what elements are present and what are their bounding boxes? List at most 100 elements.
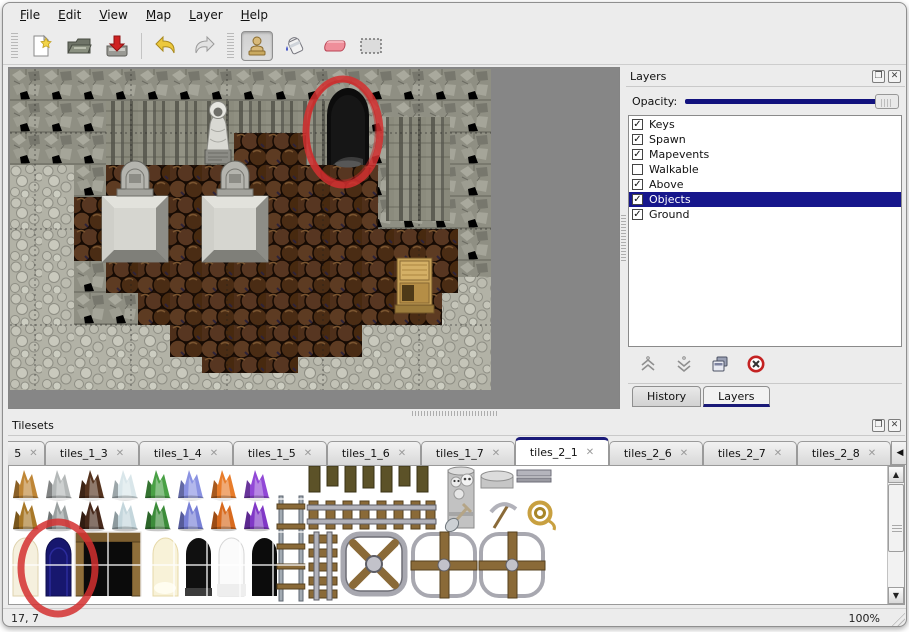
layer-visibility-checkbox[interactable] bbox=[632, 164, 643, 175]
wood-post-tiles bbox=[309, 466, 428, 492]
tileset-tab-tiles_1_6[interactable]: tiles_1_6 ✕ bbox=[327, 441, 421, 465]
tileset-tab-tiles_2_8[interactable]: tiles_2_8 ✕ bbox=[797, 441, 891, 465]
wooden-cabinet bbox=[395, 258, 434, 313]
layer-visibility-checkbox[interactable]: ✓ bbox=[632, 149, 643, 160]
menu-map[interactable]: Map bbox=[137, 5, 180, 25]
new-file-icon bbox=[29, 34, 53, 58]
fill-tool-icon bbox=[283, 34, 307, 58]
redo-icon bbox=[191, 35, 217, 57]
layer-visibility-checkbox[interactable]: ✓ bbox=[632, 134, 643, 145]
menu-layer[interactable]: Layer bbox=[180, 5, 231, 25]
menu-file[interactable]: File bbox=[11, 5, 49, 25]
tab-close-icon[interactable]: ✕ bbox=[774, 448, 782, 459]
map-view[interactable] bbox=[8, 67, 620, 409]
tab-close-icon[interactable]: ✕ bbox=[868, 448, 876, 459]
scroll-down-button[interactable]: ▼ bbox=[888, 587, 904, 604]
stamp-tool-button[interactable] bbox=[241, 31, 273, 61]
tab-label: tiles_1_4 bbox=[154, 447, 202, 460]
layer-move-up-button[interactable] bbox=[636, 353, 660, 375]
layer-row-above[interactable]: ✓Above bbox=[629, 177, 901, 192]
tilesets-panel-header: Tilesets ❐ ✕ bbox=[8, 416, 905, 436]
tileset-tab-tiles_1_7[interactable]: tiles_1_7 ✕ bbox=[421, 441, 515, 465]
layer-name: Objects bbox=[649, 193, 691, 206]
tab-close-icon[interactable]: ✕ bbox=[398, 448, 406, 459]
tab-label: tiles_1_6 bbox=[342, 447, 390, 460]
tileset-tab-tiles_1_5[interactable]: tiles_1_5 ✕ bbox=[233, 441, 327, 465]
tileset-tab-5[interactable]: 5✕ bbox=[8, 441, 45, 465]
menu-view[interactable]: View bbox=[90, 5, 136, 25]
layer-row-objects[interactable]: ✓ Objects bbox=[629, 192, 901, 207]
layer-duplicate-button[interactable] bbox=[708, 353, 732, 375]
layers-panel-title: Layers bbox=[630, 70, 869, 83]
layer-row-walkable[interactable]: Walkable bbox=[629, 162, 901, 177]
layer-name: Walkable bbox=[649, 163, 699, 176]
tileset-tab-tiles_1_4[interactable]: tiles_1_4 ✕ bbox=[139, 441, 233, 465]
tab-label: tiles_2_8 bbox=[812, 447, 860, 460]
layer-delete-button[interactable] bbox=[744, 353, 768, 375]
tab-label: tiles_1_3 bbox=[60, 447, 108, 460]
tilesets-float-icon[interactable]: ❐ bbox=[872, 419, 885, 432]
fill-tool-button[interactable] bbox=[279, 31, 311, 61]
layers-close-icon[interactable]: ✕ bbox=[888, 70, 901, 83]
dock-tab-history[interactable]: History bbox=[632, 386, 701, 407]
toolbar-grip[interactable] bbox=[11, 33, 18, 59]
scroll-up-button[interactable]: ▲ bbox=[888, 466, 904, 483]
tab-label: tiles_1_7 bbox=[436, 447, 484, 460]
layer-row-keys[interactable]: ✓Keys bbox=[629, 117, 901, 132]
tileset-scrollbar[interactable]: ▲ ▼ bbox=[887, 466, 904, 604]
status-bar: 17, 7 100% bbox=[3, 608, 906, 627]
cave-entrance bbox=[327, 88, 369, 167]
select-tool-icon bbox=[358, 36, 384, 56]
dock-tab-layers[interactable]: Layers bbox=[703, 386, 769, 407]
layer-row-spawn[interactable]: ✓ Spawn bbox=[629, 132, 901, 147]
map-canvas[interactable] bbox=[10, 69, 491, 390]
layer-name: Ground bbox=[649, 208, 689, 221]
rope-coil-icon bbox=[530, 503, 555, 531]
toolbar bbox=[3, 27, 906, 65]
tab-close-icon[interactable]: ✕ bbox=[680, 448, 688, 459]
tileset-tab-tiles_2_1[interactable]: tiles_2_1✕ bbox=[515, 437, 609, 465]
tilesets-close-icon[interactable]: ✕ bbox=[888, 419, 901, 432]
tab-close-icon[interactable]: ✕ bbox=[492, 448, 500, 459]
layer-visibility-checkbox[interactable]: ✓ bbox=[632, 179, 643, 190]
move-up-icon bbox=[639, 355, 657, 373]
layer-row-mapevents[interactable]: ✓Mapevents bbox=[629, 147, 901, 162]
layers-list[interactable]: ✓Keys✓Spawn✓MapeventsWalkable✓Above✓Obje… bbox=[628, 115, 902, 347]
tab-close-icon[interactable]: ✕ bbox=[586, 447, 594, 458]
toolbar-grip-2[interactable] bbox=[227, 33, 234, 59]
opacity-slider[interactable] bbox=[685, 93, 899, 109]
tileset-tab-tiles_2_6[interactable]: tiles_2_6✕ bbox=[609, 441, 703, 465]
layer-move-down-button[interactable] bbox=[672, 353, 696, 375]
tab-close-icon[interactable]: ✕ bbox=[304, 448, 312, 459]
tab-close-icon[interactable]: ✕ bbox=[116, 448, 124, 459]
tab-close-icon[interactable]: ✕ bbox=[210, 448, 218, 459]
undo-button[interactable] bbox=[150, 31, 182, 61]
open-file-button[interactable] bbox=[63, 31, 95, 61]
tileset-image[interactable] bbox=[9, 466, 887, 603]
scrollbar-thumb[interactable] bbox=[888, 484, 904, 552]
layer-visibility-checkbox[interactable]: ✓ bbox=[632, 119, 643, 130]
layer-visibility-checkbox[interactable]: ✓ bbox=[632, 209, 643, 220]
layer-row-ground[interactable]: ✓ Ground bbox=[629, 207, 901, 222]
tab-label: tiles_1_5 bbox=[248, 447, 296, 460]
select-tool-button[interactable] bbox=[355, 31, 387, 61]
layer-visibility-checkbox[interactable]: ✓ bbox=[632, 194, 643, 205]
new-file-button[interactable] bbox=[25, 31, 57, 61]
layers-float-icon[interactable]: ❐ bbox=[872, 70, 885, 83]
tab-scroll-buttons: ◀▶ bbox=[891, 441, 907, 465]
tileset-canvas[interactable]: ▲ ▼ bbox=[8, 466, 905, 605]
tileset-tab-tiles_1_3[interactable]: tiles_1_3 ✕ bbox=[45, 441, 139, 465]
opacity-slider-handle[interactable] bbox=[875, 94, 899, 109]
menu-edit[interactable]: Edit bbox=[49, 5, 90, 25]
tab-close-icon[interactable]: ✕ bbox=[29, 448, 37, 459]
tab-scroll-left-button[interactable]: ◀ bbox=[891, 441, 907, 465]
eraser-tool-button[interactable] bbox=[317, 31, 349, 61]
menu-help[interactable]: Help bbox=[232, 5, 277, 25]
tab-label: 5 bbox=[14, 447, 21, 460]
app-window: FileEditViewMapLayerHelp bbox=[2, 2, 907, 627]
save-file-button[interactable] bbox=[101, 31, 133, 61]
layer-name: Spawn bbox=[649, 133, 686, 146]
navy-door-tile bbox=[46, 538, 71, 596]
tileset-tab-tiles_2_7[interactable]: tiles_2_7✕ bbox=[703, 441, 797, 465]
redo-button[interactable] bbox=[188, 31, 220, 61]
